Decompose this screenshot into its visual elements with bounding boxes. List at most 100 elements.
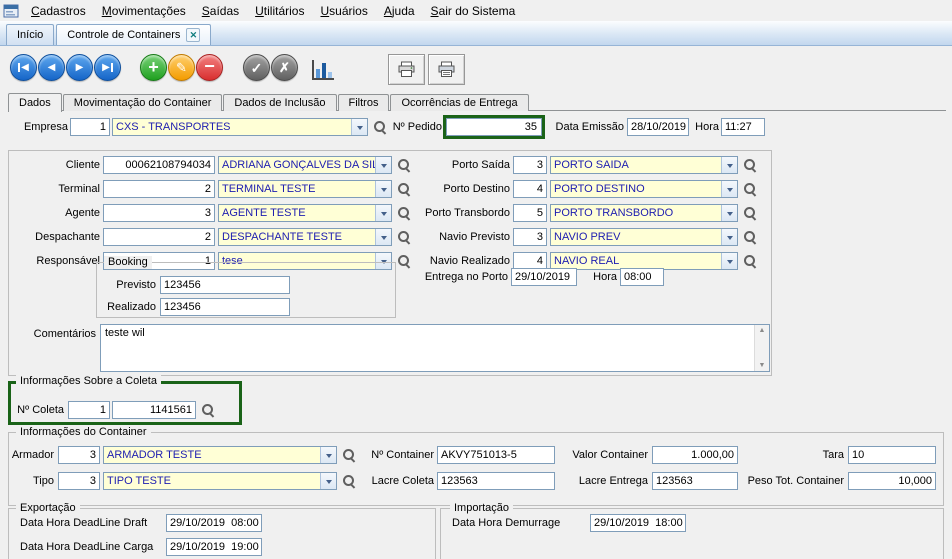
cliente-code-input[interactable]: 00062108794034 [103, 156, 215, 174]
scroll-up-icon[interactable]: ▲ [759, 327, 766, 334]
empresa-search-button[interactable] [372, 119, 388, 135]
chevron-down-icon[interactable] [721, 181, 737, 197]
prior-record-button[interactable]: ◀ [38, 54, 65, 81]
navio-previsto-select[interactable]: NAVIO PREV [550, 228, 738, 246]
print-report-button[interactable] [428, 54, 465, 85]
porto-transbordo-code-input[interactable]: 5 [513, 204, 547, 222]
menu-sair[interactable]: Sair do Sistema [423, 2, 524, 20]
insert-record-button[interactable]: + [140, 54, 167, 81]
chart-button[interactable] [312, 56, 340, 80]
cancel-button[interactable]: ✗ [271, 54, 298, 81]
subtab-ocorrencias[interactable]: Ocorrências de Entrega [390, 94, 528, 111]
agente-code-input[interactable]: 3 [103, 204, 215, 222]
deadline-draft-input[interactable]: 29/10/2019 08:00 [166, 514, 262, 532]
pedido-input[interactable]: 35 [446, 118, 542, 136]
menu-ajuda[interactable]: Ajuda [376, 2, 423, 20]
menu-movimentacoes[interactable]: Movimentações [94, 2, 194, 20]
subtab-dados-inclusao[interactable]: Dados de Inclusão [223, 94, 336, 111]
porto-transbordo-search-button[interactable] [742, 205, 758, 221]
chevron-down-icon[interactable] [375, 157, 391, 173]
porto-destino-search-button[interactable] [742, 181, 758, 197]
menu-usuarios[interactable]: Usuários [312, 2, 375, 20]
chevron-down-icon[interactable] [375, 205, 391, 221]
navio-previsto-label: Navio Previsto [402, 231, 510, 244]
first-record-button[interactable]: ◀ [10, 54, 37, 81]
booking-previsto-input[interactable]: 123456 [160, 276, 290, 294]
menu-saidas[interactable]: Saídas [194, 2, 247, 20]
porto-saida-select[interactable]: PORTO SAIDA [550, 156, 738, 174]
delete-record-button[interactable]: − [196, 54, 223, 81]
deadline-carga-input[interactable]: 29/10/2019 19:00 [166, 538, 262, 556]
chevron-down-icon[interactable] [351, 119, 367, 135]
ncontainer-input[interactable]: AKVY751013-5 [437, 446, 555, 464]
tipo-search-button[interactable] [341, 473, 357, 489]
despachante-select[interactable]: DESPACHANTE TESTE [218, 228, 392, 246]
coleta-value-input[interactable]: 1141561 [112, 401, 196, 419]
entrega-porto-hora-input[interactable]: 08:00 [620, 268, 664, 286]
porto-transbordo-select[interactable]: PORTO TRANSBORDO [550, 204, 738, 222]
data-emissao-input[interactable]: 28/10/2019 [627, 118, 689, 136]
scroll-down-icon[interactable]: ▼ [759, 362, 766, 369]
tipo-code-input[interactable]: 3 [58, 472, 100, 490]
chevron-down-icon[interactable] [721, 157, 737, 173]
chevron-down-icon[interactable] [375, 229, 391, 245]
terminal-code-input[interactable]: 2 [103, 180, 215, 198]
tara-input[interactable]: 10 [848, 446, 936, 464]
despachante-code-input[interactable]: 2 [103, 228, 215, 246]
porto-destino-code-input[interactable]: 4 [513, 180, 547, 198]
booking-realizado-input[interactable]: 123456 [160, 298, 290, 316]
subtab-movimentacao[interactable]: Movimentação do Container [63, 94, 223, 111]
valor-container-input[interactable]: 1.000,00 [652, 446, 738, 464]
close-icon[interactable]: ✕ [186, 28, 200, 42]
comentarios-scrollbar[interactable]: ▲▼ [754, 325, 769, 371]
porto-transbordo-select-value: PORTO TRANSBORDO [551, 207, 721, 219]
comentarios-textarea[interactable]: teste wil ▲▼ [100, 324, 770, 372]
terminal-select[interactable]: TERMINAL TESTE [218, 180, 392, 198]
chevron-down-icon[interactable] [375, 181, 391, 197]
tipo-select[interactable]: TIPO TESTE [103, 472, 337, 490]
porto-destino-select[interactable]: PORTO DESTINO [550, 180, 738, 198]
lacre-entrega-input[interactable]: 123563 [652, 472, 738, 490]
chevron-down-icon[interactable] [320, 473, 336, 489]
cliente-select[interactable]: ADRIANA GONÇALVES DA SILVA [218, 156, 392, 174]
chevron-down-icon[interactable] [721, 205, 737, 221]
menu-cadastros[interactable]: Cadastros [23, 2, 94, 20]
demurrage-input[interactable]: 29/10/2019 18:00 [590, 514, 686, 532]
print-button[interactable] [388, 54, 425, 85]
lacre-coleta-input[interactable]: 123563 [437, 472, 555, 490]
comentarios-value: teste wil [105, 327, 145, 339]
agente-label: Agente [8, 207, 100, 220]
agente-select[interactable]: AGENTE TESTE [218, 204, 392, 222]
chevron-down-icon[interactable] [320, 447, 336, 463]
armador-search-button[interactable] [341, 447, 357, 463]
navio-realizado-search-button[interactable] [742, 253, 758, 269]
chevron-down-icon[interactable] [721, 229, 737, 245]
tab-inicio[interactable]: Início [6, 24, 54, 45]
empresa-code-input[interactable]: 1 [70, 118, 110, 136]
ncontainer-label: Nº Container [360, 449, 434, 462]
armador-select[interactable]: ARMADOR TESTE [103, 446, 337, 464]
next-record-button[interactable]: ▶ [66, 54, 93, 81]
confirm-button[interactable]: ✓ [243, 54, 270, 81]
subtab-dados[interactable]: Dados [8, 93, 62, 112]
porto-saida-code-input[interactable]: 3 [513, 156, 547, 174]
porto-saida-search-button[interactable] [742, 157, 758, 173]
last-record-button[interactable]: ▶ [94, 54, 121, 81]
empresa-select[interactable]: CXS - TRANSPORTES [112, 118, 368, 136]
edit-record-button[interactable]: ✎ [168, 54, 195, 81]
coleta-code-input[interactable]: 1 [68, 401, 110, 419]
tab-controle-containers[interactable]: Controle de Containers ✕ [56, 24, 211, 45]
chevron-down-icon[interactable] [721, 253, 737, 269]
chart-icon [312, 60, 334, 80]
navio-previsto-search-button[interactable] [742, 229, 758, 245]
search-icon [742, 181, 758, 197]
navio-previsto-code-input[interactable]: 3 [513, 228, 547, 246]
armador-code-input[interactable]: 3 [58, 446, 100, 464]
menu-utilitarios[interactable]: Utilitários [247, 2, 312, 20]
hora-emissao-input[interactable]: 11:27 [721, 118, 765, 136]
entrega-porto-date-input[interactable]: 29/10/2019 [511, 268, 577, 286]
subtab-filtros[interactable]: Filtros [338, 94, 390, 111]
coleta-search-button[interactable] [200, 402, 216, 418]
booking-title: Booking [104, 256, 152, 269]
peso-container-input[interactable]: 10,000 [848, 472, 936, 490]
